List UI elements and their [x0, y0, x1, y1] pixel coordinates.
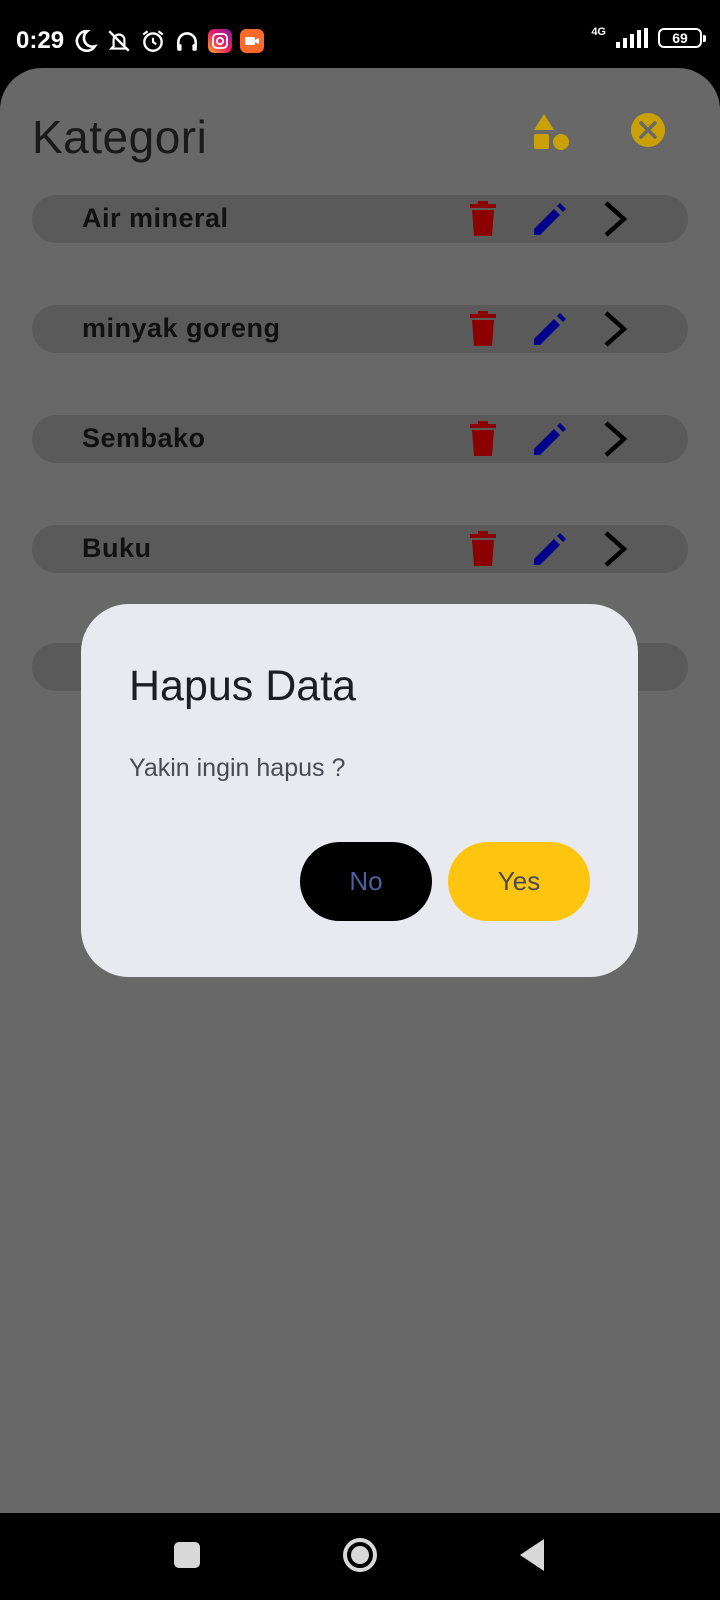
- category-sheet: Kategori Air mineral minyak goreng Semba…: [0, 68, 720, 1513]
- navigation-bar: [0, 1513, 720, 1600]
- recent-apps-icon[interactable]: [174, 1542, 200, 1568]
- alarm-icon: [142, 30, 164, 52]
- status-time: 0:29: [16, 27, 65, 54]
- list-item[interactable]: Air mineral: [32, 195, 688, 243]
- chevron-right-icon[interactable]: [600, 199, 630, 239]
- pencil-icon[interactable]: [530, 201, 568, 239]
- dialog-message: Yakin ingin hapus ?: [129, 754, 346, 782]
- status-right: 4G 69: [591, 26, 706, 48]
- pencil-icon[interactable]: [530, 311, 568, 349]
- instagram-icon: [208, 29, 232, 53]
- trash-icon[interactable]: [468, 531, 498, 567]
- battery-level: 69: [672, 30, 688, 46]
- vibrate-off-icon: [108, 30, 130, 52]
- list-item[interactable]: Sembako: [32, 415, 688, 463]
- moon-icon: [75, 29, 98, 53]
- shapes-icon[interactable]: [532, 112, 572, 152]
- headphones-icon: [177, 32, 197, 51]
- chevron-right-icon[interactable]: [600, 309, 630, 349]
- signal-icon: [616, 28, 648, 48]
- close-icon[interactable]: [630, 112, 666, 148]
- category-label: minyak goreng: [82, 313, 281, 343]
- delete-confirm-dialog: Hapus Data Yakin ingin hapus ? No Yes: [81, 604, 638, 977]
- network-type: 4G: [591, 26, 606, 38]
- trash-icon[interactable]: [468, 311, 498, 347]
- battery-icon: 69: [658, 28, 706, 48]
- page-title: Kategori: [32, 111, 208, 163]
- video-recorder-icon: [240, 29, 264, 53]
- chevron-right-icon[interactable]: [600, 529, 630, 569]
- home-icon[interactable]: [342, 1537, 378, 1573]
- chevron-right-icon[interactable]: [600, 419, 630, 459]
- back-icon[interactable]: [518, 1537, 546, 1573]
- trash-icon[interactable]: [468, 201, 498, 237]
- no-button[interactable]: No: [300, 842, 432, 921]
- category-label: Air mineral: [82, 203, 229, 233]
- category-label: Buku: [82, 533, 152, 563]
- list-item[interactable]: Buku: [32, 525, 688, 573]
- trash-icon[interactable]: [468, 421, 498, 457]
- pencil-icon[interactable]: [530, 421, 568, 459]
- pencil-icon[interactable]: [530, 531, 568, 569]
- category-label: Sembako: [82, 423, 206, 453]
- status-icons: [72, 28, 264, 54]
- yes-button[interactable]: Yes: [448, 842, 590, 921]
- dialog-title: Hapus Data: [129, 662, 357, 710]
- list-item[interactable]: minyak goreng: [32, 305, 688, 353]
- status-bar: 0:29 4G 69: [0, 0, 720, 70]
